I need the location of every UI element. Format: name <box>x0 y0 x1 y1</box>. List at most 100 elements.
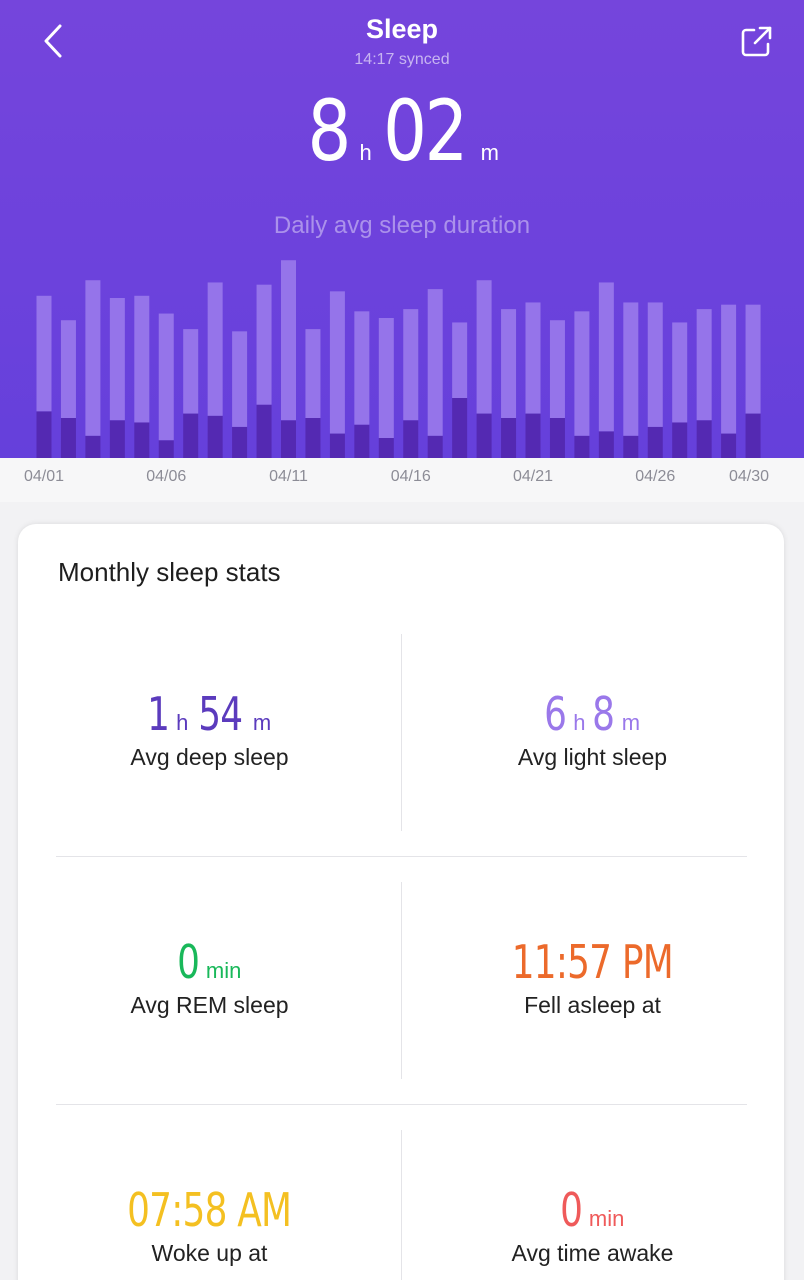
fell-asleep-time: 11:57 PM <box>511 935 674 989</box>
bar-light-04-09[interactable] <box>232 331 248 427</box>
bar-light-04-04[interactable] <box>109 298 125 421</box>
bar-deep-04-30[interactable] <box>745 413 761 458</box>
light-minutes-unit: m <box>621 710 641 735</box>
bar-deep-04-11[interactable] <box>281 420 296 458</box>
bar-deep-04-21[interactable] <box>525 413 541 458</box>
bar-light-04-01[interactable] <box>36 295 52 412</box>
bar-light-04-17[interactable] <box>427 289 443 436</box>
bar-light-04-29[interactable] <box>721 304 737 434</box>
bar-deep-04-17[interactable] <box>427 435 443 458</box>
stat-fell-asleep: 11:57 PM Fell asleep at <box>401 934 784 1019</box>
bar-light-04-26[interactable] <box>647 302 663 427</box>
monthly-stats-card: Monthly sleep stats 1 h 54 m Avg deep sleep… <box>18 524 784 1280</box>
bar-light-04-22[interactable] <box>549 320 565 418</box>
bar-deep-04-02[interactable] <box>60 418 76 458</box>
x-tick-label: 04/06 <box>146 468 187 485</box>
chart-x-axis: 04/01 04/06 04/11 04/16 04/21 04/26 04/30 <box>0 458 804 502</box>
deep-minutes-unit: m <box>252 710 272 735</box>
bar-light-04-06[interactable] <box>158 313 174 441</box>
bar-light-04-03[interactable] <box>85 280 101 436</box>
stat-time-awake: 0 min Avg time awake <box>401 1182 784 1267</box>
stat-light-sleep: 6h8m Avg light sleep <box>401 686 784 771</box>
rem-unit: min <box>205 958 242 983</box>
bar-deep-04-10[interactable] <box>256 404 272 458</box>
x-tick-label: 04/26 <box>635 468 676 485</box>
woke-up-time: 07:58 AM <box>127 1183 292 1237</box>
bar-light-04-13[interactable] <box>329 291 345 434</box>
bar-light-04-11[interactable] <box>281 260 296 421</box>
stat-rem-sleep: 0 min Avg REM sleep <box>18 934 401 1019</box>
awake-value: 0 <box>559 1183 583 1237</box>
light-hours: 6 <box>544 687 567 741</box>
avg-sleep-minutes: 02 <box>382 82 468 180</box>
bar-deep-04-14[interactable] <box>354 424 370 458</box>
bar-deep-04-26[interactable] <box>647 426 663 458</box>
sleep-bar-chart[interactable] <box>0 258 804 458</box>
rem-value: 0 <box>176 935 200 989</box>
bar-light-04-02[interactable] <box>60 320 76 418</box>
bar-light-04-20[interactable] <box>501 309 517 418</box>
x-tick-label: 04/30 <box>728 468 770 485</box>
light-hours-unit: h <box>573 710 586 735</box>
bar-deep-04-20[interactable] <box>501 418 517 458</box>
avg-sleep-duration: 8 h 02 m <box>0 82 804 180</box>
light-minutes: 8 <box>592 687 616 741</box>
avg-sleep-hours: 8 <box>307 82 352 180</box>
bar-deep-04-08[interactable] <box>207 415 223 458</box>
x-tick-label: 04/21 <box>512 468 554 485</box>
bar-deep-04-06[interactable] <box>158 440 174 458</box>
bar-light-04-24[interactable] <box>598 282 614 432</box>
rem-sleep-label: Avg REM sleep <box>130 992 289 1018</box>
bar-deep-04-16[interactable] <box>403 420 419 458</box>
deep-sleep-label: Avg deep sleep <box>130 744 289 770</box>
bar-deep-04-24[interactable] <box>598 431 614 458</box>
bar-light-04-07[interactable] <box>183 329 199 414</box>
bar-light-04-27[interactable] <box>672 322 688 423</box>
bar-light-04-21[interactable] <box>525 302 541 414</box>
bar-light-04-28[interactable] <box>696 309 712 421</box>
bar-deep-04-19[interactable] <box>476 413 492 458</box>
sync-status: 14:17 synced <box>354 51 450 68</box>
bar-light-04-12[interactable] <box>305 329 321 418</box>
divider <box>56 1104 747 1105</box>
sleep-header-panel: Sleep 14:17 synced 8 h 02 m Daily avg sleep… <box>0 0 804 458</box>
bar-deep-04-07[interactable] <box>183 413 199 458</box>
fell-asleep-label: Fell asleep at <box>524 992 661 1018</box>
bar-light-04-08[interactable] <box>207 282 223 416</box>
bar-deep-04-28[interactable] <box>696 420 712 458</box>
deep-hours: 1 <box>146 687 170 741</box>
bar-deep-04-04[interactable] <box>109 420 125 458</box>
bar-light-04-19[interactable] <box>476 280 492 414</box>
bar-deep-04-25[interactable] <box>623 435 639 458</box>
bar-light-04-25[interactable] <box>623 302 639 436</box>
awake-unit: min <box>588 1206 625 1231</box>
bar-light-04-14[interactable] <box>354 311 370 425</box>
divider <box>56 856 747 857</box>
bar-deep-04-23[interactable] <box>574 435 590 458</box>
bar-deep-04-12[interactable] <box>305 418 321 458</box>
bar-light-04-05[interactable] <box>134 295 150 423</box>
card-title: Monthly sleep stats <box>58 557 281 587</box>
bar-deep-04-29[interactable] <box>721 433 737 458</box>
bar-light-04-10[interactable] <box>256 284 272 405</box>
share-button[interactable] <box>734 18 780 64</box>
bar-light-04-30[interactable] <box>745 304 761 414</box>
bar-light-04-16[interactable] <box>403 309 419 421</box>
bar-deep-04-15[interactable] <box>378 438 394 458</box>
bar-deep-04-13[interactable] <box>329 433 345 458</box>
light-sleep-label: Avg light sleep <box>517 744 668 770</box>
bar-deep-04-03[interactable] <box>85 435 101 458</box>
bar-deep-04-22[interactable] <box>549 418 565 458</box>
bar-deep-04-18[interactable] <box>452 398 468 458</box>
bar-deep-04-27[interactable] <box>672 422 688 458</box>
bar-light-04-15[interactable] <box>378 318 394 438</box>
bar-light-04-18[interactable] <box>452 322 468 398</box>
bar-light-04-23[interactable] <box>574 311 590 436</box>
hours-unit: h <box>359 140 372 165</box>
page-title: Sleep <box>365 14 439 44</box>
bar-deep-04-05[interactable] <box>134 422 150 458</box>
deep-minutes: 54 <box>198 687 244 741</box>
stat-woke-up: 07:58 AM Woke up at <box>18 1182 401 1267</box>
bar-deep-04-09[interactable] <box>232 426 248 458</box>
bar-deep-04-01[interactable] <box>36 411 52 458</box>
